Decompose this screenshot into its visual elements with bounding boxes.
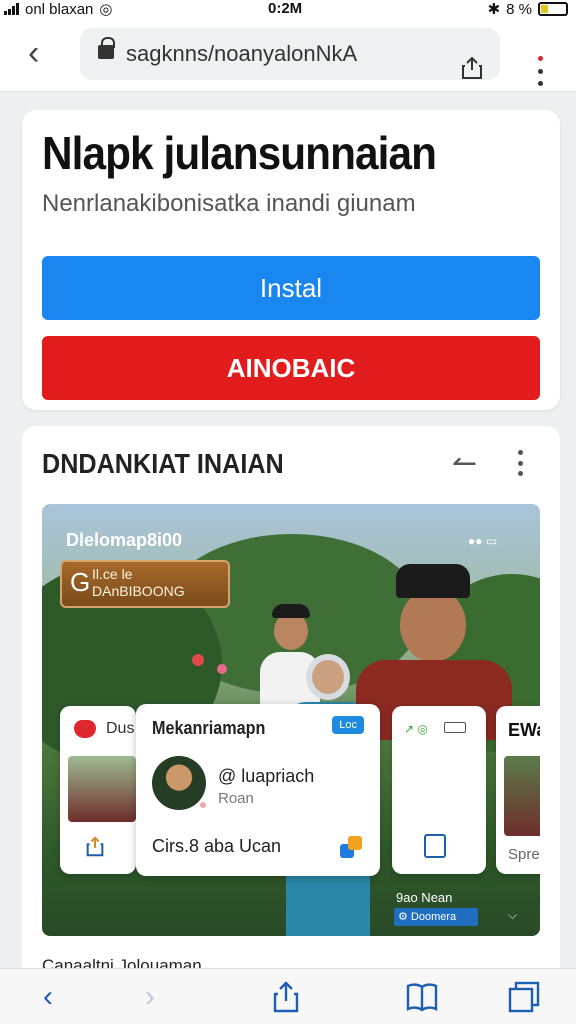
install-button[interactable]: Instal [42, 256, 540, 320]
browser-bottom-bar: ‹ › [0, 968, 576, 1024]
flower-shape [217, 664, 227, 674]
badge-logo-icon: G [70, 567, 91, 597]
status-dot-icon [198, 800, 208, 810]
edge-card-title: EWa [508, 720, 540, 740]
signal-icon: ↗ ◎ [404, 722, 428, 736]
tabs-icon[interactable] [506, 979, 542, 1015]
page-subtitle: Nenrlanakibonisatka inandi giunam [42, 190, 416, 217]
forward-nav-icon[interactable]: › [132, 979, 168, 1015]
share-icon[interactable] [460, 56, 484, 80]
battery-icon [538, 2, 568, 16]
battery-icon [444, 722, 466, 733]
main-card-title: Mekanriamapn [152, 718, 266, 738]
heart-icon [74, 720, 96, 738]
share-icon[interactable] [84, 836, 106, 858]
battery-percent: 8 % [506, 0, 532, 18]
left-card-text: Dus [106, 720, 135, 737]
lock-icon [98, 37, 115, 59]
badge-line-2: DAnBIBOONG [92, 583, 185, 599]
carrier-text: onl blaxan [25, 0, 94, 18]
badge-line-1: Il.ce le [92, 566, 133, 582]
signal-icon [4, 3, 19, 15]
back-arrow-icon[interactable]: ↼ [452, 446, 477, 481]
wifi-icon: ◎ [99, 1, 113, 18]
back-button[interactable]: ‹ [28, 36, 39, 70]
status-left: onl blaxan ◎ [4, 0, 112, 18]
main-preview-card[interactable]: Mekanriamapn Loc @ luapriach Roan Cirs.8… [136, 704, 380, 876]
more-menu-icon[interactable] [533, 56, 547, 86]
hero-image: Dlelomap8i00 ●● ▭ G Il.ce le DAnBIBOONG … [42, 504, 540, 936]
edge-card-text: Spre [508, 846, 540, 863]
flower-shape [192, 654, 204, 666]
app-icon[interactable] [338, 834, 364, 860]
section-card: DNDANKIAT INAIAN ↼ Dlelomap8i00 ●● ▭ G I… [22, 426, 560, 986]
main-card-subtext: Roan [218, 790, 254, 807]
bookmarks-icon[interactable] [404, 979, 440, 1015]
left-card-photo [68, 756, 136, 822]
edge-preview-card[interactable]: EWa Spre [496, 706, 540, 874]
edge-card-photo [504, 756, 540, 836]
hero-label: Dlelomap8i00 [66, 530, 183, 550]
secondary-button[interactable]: AINOBAIC [42, 336, 540, 400]
app-card: Nlapk julansunnaian Nenrlanakibonisatka … [22, 110, 560, 410]
bluetooth-icon: ✱ [487, 1, 501, 18]
share-icon[interactable] [424, 834, 446, 858]
status-bar: onl blaxan ◎ 0:2M ✱ 8 % [0, 0, 576, 20]
url-text: sagknns/noanyalonNkA [126, 41, 358, 66]
main-card-name: @ luapriach [218, 766, 315, 786]
download-label: 9ao Nean [396, 890, 453, 905]
main-card-tag[interactable]: Loc [332, 716, 364, 734]
hero-status-icons: ●● ▭ [468, 534, 498, 548]
share-icon[interactable] [268, 979, 304, 1015]
status-time: 0:2M [268, 0, 303, 17]
left-preview-card[interactable]: Dus [60, 706, 136, 874]
hero-badge[interactable]: G Il.ce le DAnBIBOONG [60, 560, 230, 608]
right-preview-card[interactable]: ↗ ◎ [392, 706, 486, 874]
main-card-footer: Cirs.8 aba Ucan [152, 836, 282, 856]
download-button[interactable]: ⚙ Doomera [394, 908, 478, 926]
status-right: ✱ 8 % [488, 0, 568, 18]
browser-toolbar: ‹ sagknns/noanyalonNkA [0, 20, 576, 92]
back-nav-icon[interactable]: ‹ [30, 979, 66, 1015]
chevron-down-icon[interactable]: ⌵ [508, 908, 517, 923]
section-menu-icon[interactable] [516, 450, 524, 476]
page-title: Nlapk julansunnaian [42, 127, 437, 179]
person-figure [356, 564, 512, 740]
address-bar[interactable]: sagknns/noanyalonNkA [80, 28, 500, 80]
section-title: DNDANKIAT INAIAN [42, 448, 284, 479]
